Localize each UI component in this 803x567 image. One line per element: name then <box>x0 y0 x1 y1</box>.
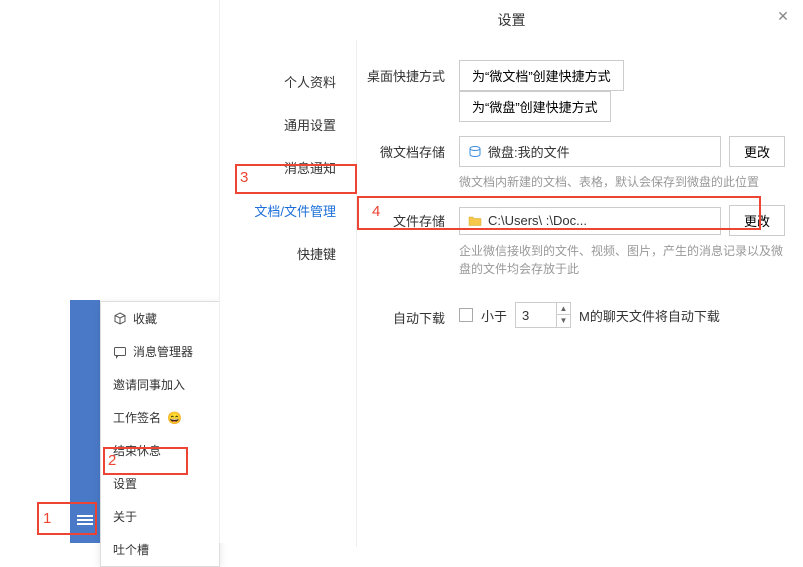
smile-icon: 😄 <box>167 411 182 425</box>
nav-item-shortcuts[interactable]: 快捷键 <box>220 232 356 275</box>
ctx-item-invite[interactable]: 邀请同事加入 <box>101 368 219 401</box>
auto-download-checkbox[interactable] <box>459 308 473 322</box>
settings-dialog: 设置 ✕ 个人资料 通用设置 消息通知 文档/文件管理 快捷键 桌面快捷方式 为… <box>219 0 803 543</box>
cube-icon <box>113 312 127 326</box>
ctx-label: 工作签名 <box>113 409 161 426</box>
doc-storage-path[interactable]: 微盘:我的文件 <box>459 136 721 167</box>
callout-label-4: 4 <box>372 203 380 220</box>
auto-download-size-spinner[interactable]: 3 ▲ ▼ <box>515 302 571 328</box>
change-file-storage-button[interactable]: 更改 <box>729 205 785 236</box>
close-button[interactable]: ✕ <box>775 8 791 24</box>
spinner-up-button[interactable]: ▲ <box>557 303 570 315</box>
ctx-item-message-manager[interactable]: 消息管理器 <box>101 335 219 368</box>
nav-item-profile[interactable]: 个人资料 <box>220 60 356 103</box>
ctx-item-feedback[interactable]: 吐个槽 <box>101 533 219 566</box>
ctx-label: 结束休息 <box>113 442 161 459</box>
doc-storage-hint: 微文档内新建的文档、表格，默认会保存到微盘的此位置 <box>459 173 785 191</box>
settings-panel: 桌面快捷方式 为“微文档”创建快捷方式 为“微盘”创建快捷方式 微文档存储 微盘… <box>356 40 803 547</box>
ctx-item-end-break[interactable]: 结束休息 <box>101 434 219 467</box>
doc-storage-label: 微文档存储 <box>367 136 459 161</box>
ctx-label: 消息管理器 <box>133 343 193 360</box>
ctx-label: 吐个槽 <box>113 541 149 558</box>
callout-label-3: 3 <box>240 169 248 186</box>
change-doc-storage-button[interactable]: 更改 <box>729 136 785 167</box>
auto-download-prefix: 小于 <box>481 306 507 325</box>
auto-download-suffix: M的聊天文件将自动下载 <box>579 306 720 325</box>
nav-item-file-management[interactable]: 文档/文件管理 <box>220 189 356 232</box>
chat-icon <box>113 345 127 359</box>
file-storage-path[interactable]: C:\Users\ :\Doc... <box>459 207 721 235</box>
auto-download-label: 自动下载 <box>367 302 459 327</box>
spinner-down-button[interactable]: ▼ <box>557 315 570 327</box>
ctx-label: 关于 <box>113 508 137 525</box>
create-drive-shortcut-button[interactable]: 为“微盘”创建快捷方式 <box>459 91 611 122</box>
desktop-shortcut-label: 桌面快捷方式 <box>367 60 459 85</box>
ctx-label: 设置 <box>113 475 137 492</box>
spinner-value: 3 <box>516 308 556 323</box>
context-menu: 收藏 消息管理器 邀请同事加入 工作签名 😄 结束休息 设置 关于 吐个槽 <box>100 301 220 567</box>
file-storage-hint: 企业微信接收到的文件、视频、图片，产生的消息记录以及微盘的文件均会存放于此 <box>459 242 785 278</box>
close-icon: ✕ <box>777 8 789 25</box>
file-storage-label: 文件存储 <box>367 205 459 230</box>
callout-label-2: 2 <box>108 452 116 469</box>
settings-nav: 个人资料 通用设置 消息通知 文档/文件管理 快捷键 <box>220 40 356 547</box>
sidebar <box>70 300 100 543</box>
file-storage-path-text: C:\Users\ :\Doc... <box>488 213 587 228</box>
ctx-label: 邀请同事加入 <box>113 376 185 393</box>
ctx-item-favorites[interactable]: 收藏 <box>101 302 219 335</box>
nav-item-general[interactable]: 通用设置 <box>220 103 356 146</box>
ctx-label: 收藏 <box>133 310 157 327</box>
ctx-item-work-signature[interactable]: 工作签名 😄 <box>101 401 219 434</box>
ctx-item-about[interactable]: 关于 <box>101 500 219 533</box>
dialog-title: 设置 <box>220 0 803 40</box>
ctx-item-settings[interactable]: 设置 <box>101 467 219 500</box>
callout-label-1: 1 <box>43 510 51 527</box>
menu-button[interactable] <box>75 510 95 530</box>
hamburger-icon <box>75 510 95 530</box>
doc-storage-path-text: 微盘:我的文件 <box>488 142 570 161</box>
drive-icon <box>468 145 482 159</box>
create-doc-shortcut-button[interactable]: 为“微文档”创建快捷方式 <box>459 60 624 91</box>
folder-icon <box>468 214 482 228</box>
